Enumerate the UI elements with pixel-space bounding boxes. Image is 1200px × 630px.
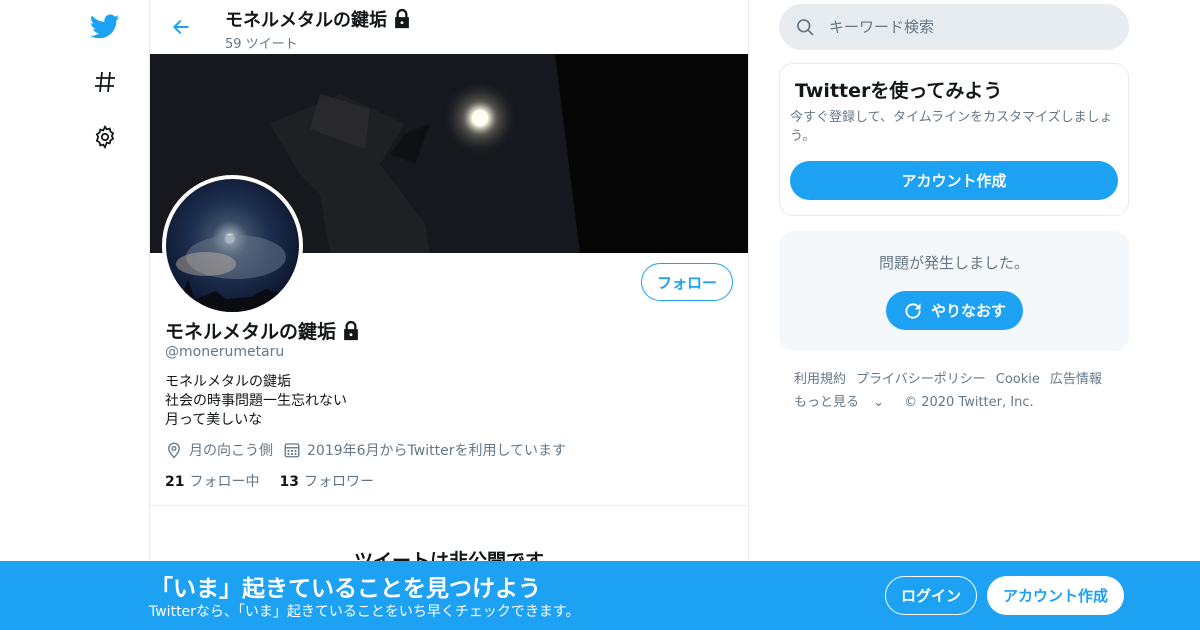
search-input[interactable] <box>829 18 1109 36</box>
bio-line: 社会の時事問題一生忘れない <box>165 393 347 409</box>
footer-link-terms[interactable]: 利用規約 <box>794 372 846 387</box>
error-box: 問題が発生しました。 やりなおす <box>779 231 1129 351</box>
signup-card-description: 今すぐ登録して、タイムラインをカスタマイズしましょう。 <box>790 110 1113 144</box>
page-title-text: モネルメタルの鍵垢 <box>225 10 387 31</box>
twitter-bird-icon[interactable] <box>86 8 124 46</box>
joined-text: 2019年6月からTwitterを利用しています <box>307 443 567 459</box>
page-title: モネルメタルの鍵垢 <box>225 6 413 32</box>
followers-label: フォロワー <box>303 474 374 490</box>
footer-link-privacy[interactable]: プライバシーポリシー <box>856 372 986 387</box>
joined-item: 2019年6月からTwitterを利用しています <box>283 440 566 460</box>
profile-header-bar: モネルメタルの鍵垢 59 ツイート <box>150 0 748 54</box>
calendar-icon <box>284 443 300 458</box>
signup-card-title: Twitterを使ってみよう <box>795 80 1003 102</box>
main-column: モネルメタルの鍵垢 59 ツイート フォロー モネルメタルの鍵垢 @moneru… <box>149 0 749 630</box>
followers-count: 13 <box>279 474 299 490</box>
profile-stats: 21 フォロー中 13 フォロワー <box>165 471 374 491</box>
following-label: フォロー中 <box>189 474 260 490</box>
back-button[interactable] <box>166 12 196 42</box>
following-count: 21 <box>165 474 185 490</box>
signup-button[interactable]: アカウント作成 <box>987 576 1124 615</box>
footer-link-cookie[interactable]: Cookie <box>996 372 1040 387</box>
retry-label: やりなおす <box>930 302 1006 320</box>
search-icon <box>797 19 814 36</box>
bio-line: モネルメタルの鍵垢 <box>165 374 291 390</box>
location-pin-icon <box>168 442 180 459</box>
search-box <box>779 4 1129 50</box>
retry-button[interactable]: やりなおす <box>886 291 1023 330</box>
following-link[interactable]: 21 フォロー中 <box>165 471 259 491</box>
gear-icon[interactable] <box>86 118 124 156</box>
profile-name: モネルメタルの鍵垢 <box>165 317 362 344</box>
arrow-left-icon <box>173 20 189 34</box>
lock-icon <box>395 8 409 29</box>
tweet-count: 59 ツイート <box>225 37 298 52</box>
refresh-icon <box>905 302 921 319</box>
error-message: 問題が発生しました。 <box>878 254 1029 272</box>
footer-links: 利用規約 プライバシーポリシー Cookie 広告情報 もっと見る ⌄ © 2020 T… <box>794 368 1124 414</box>
login-button[interactable]: ログイン <box>885 576 977 615</box>
follow-button[interactable]: フォロー <box>641 263 733 301</box>
divider <box>150 505 748 506</box>
signup-card: Twitterを使ってみよう 今すぐ登録して、タイムラインをカスタマイズしましょ… <box>779 63 1129 216</box>
signup-banner-subtitle: Twitterなら、「いま」起きていることをいち早くチェックできます。 <box>149 604 580 620</box>
profile-name-text: モネルメタルの鍵垢 <box>165 321 337 343</box>
profile-handle: @monerumetaru <box>165 344 285 360</box>
footer-more-link[interactable]: もっと見る ⌄ <box>794 395 894 410</box>
hashtag-icon[interactable] <box>86 63 124 101</box>
bio-line: 月って美しいな <box>165 412 263 428</box>
footer-link-ads[interactable]: 広告情報 <box>1050 372 1102 387</box>
copyright: © 2020 Twitter, Inc. <box>904 395 1034 410</box>
signup-banner-title: 「いま」起きていることを見つけよう <box>150 576 541 602</box>
location-item: 月の向こう側 <box>165 440 273 460</box>
lock-icon <box>344 320 358 340</box>
footer-more-label: もっと見る <box>794 395 860 410</box>
profile-meta: 月の向こう側 2019年6月からTwitterを利用しています <box>165 440 576 460</box>
profile-bio: モネルメタルの鍵垢 社会の時事問題一生忘れない 月って美しいな <box>165 373 347 430</box>
chevron-down-icon: ⌄ <box>873 395 885 410</box>
signup-banner: 「いま」起きていることを見つけよう Twitterなら、「いま」起きていることを… <box>0 561 1200 630</box>
followers-link[interactable]: 13 フォロワー <box>279 471 373 491</box>
avatar[interactable] <box>162 175 303 316</box>
location-text: 月の向こう側 <box>189 443 273 459</box>
create-account-button[interactable]: アカウント作成 <box>790 161 1118 200</box>
avatar-image <box>166 235 299 312</box>
